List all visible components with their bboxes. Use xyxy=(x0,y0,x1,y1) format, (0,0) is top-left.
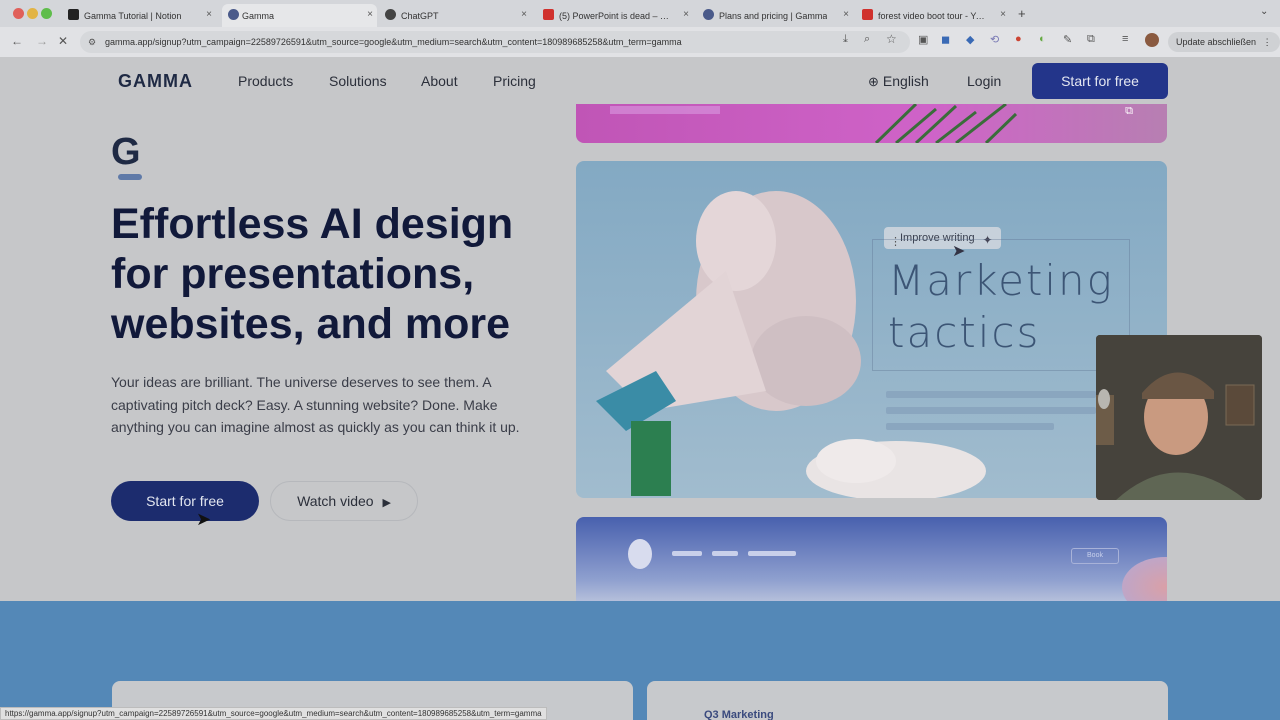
address-bar[interactable]: ⚙ gamma.app/signup?utm_campaign=22589726… xyxy=(80,31,910,53)
play-icon: ▶ xyxy=(382,497,391,509)
close-tab-icon[interactable]: × xyxy=(521,9,527,20)
close-tab-icon[interactable]: × xyxy=(843,9,849,20)
language-selector[interactable]: ⊕ English xyxy=(868,73,929,90)
screenshot-icon[interactable]: ▣ xyxy=(918,33,928,46)
nav-pricing[interactable]: Pricing xyxy=(493,73,536,89)
reading-list-icon[interactable]: ≡ xyxy=(1122,33,1128,45)
stop-loading-icon[interactable]: ✕ xyxy=(58,34,68,48)
login-link[interactable]: Login xyxy=(967,73,1001,89)
preview-card-main: ⋮ Improve writing ✦ ➤ Marketing tactics xyxy=(576,161,1167,498)
hero-headline: Effortless AI design for presentations, … xyxy=(111,200,514,348)
chatgpt-icon xyxy=(385,9,396,20)
book-button[interactable]: Book xyxy=(1071,548,1119,564)
hot-air-balloon-illustration xyxy=(1122,557,1167,607)
gamma-logo[interactable]: GAMMA xyxy=(118,71,193,92)
zoom-icon[interactable]: ⌕ xyxy=(864,33,870,46)
gamma-page: GAMMA Products Solutions About Pricing ⊕… xyxy=(0,57,1280,720)
extension-translate-icon[interactable]: ◼ xyxy=(941,33,950,46)
plus-icon[interactable]: + xyxy=(1018,6,1026,21)
zoom-window-icon[interactable] xyxy=(41,8,52,19)
status-bar-url: https://gamma.app/signup?utm_campaign=22… xyxy=(0,707,547,720)
notion-icon xyxy=(68,9,79,20)
extension-record-icon[interactable]: ● xyxy=(1015,33,1022,45)
extension-leaf-icon[interactable]: ◐ xyxy=(1039,33,1046,45)
tab-chatgpt[interactable]: ChatGPT × xyxy=(385,4,531,27)
logo-accent xyxy=(118,174,142,180)
palm-leaves-illustration xyxy=(610,104,1018,143)
bookmark-star-icon[interactable]: ☆ xyxy=(886,32,897,46)
url-text: gamma.app/signup?utm_campaign=2258972659… xyxy=(105,37,682,47)
minimize-window-icon[interactable] xyxy=(27,8,38,19)
extensions-puzzle-icon[interactable]: ⧉ xyxy=(1087,33,1095,46)
hero-start-free-button[interactable]: Start for free xyxy=(111,481,259,521)
tab-youtube-forest[interactable]: forest video boot tour - YouTu × xyxy=(862,4,1010,27)
presenter-video xyxy=(1096,335,1262,500)
nav-about[interactable]: About xyxy=(421,73,458,89)
youtube-icon xyxy=(543,9,554,20)
text-placeholder-line xyxy=(886,391,1096,398)
close-window-icon[interactable] xyxy=(13,8,24,19)
gamma-favicon-icon xyxy=(228,9,239,20)
close-tab-icon[interactable]: × xyxy=(683,9,689,20)
browser-toolbar: ← → ✕ ⚙ gamma.app/signup?utm_campaign=22… xyxy=(0,27,1280,57)
q3-marketing-label: Q3 Marketing xyxy=(704,709,774,720)
close-tab-icon[interactable]: × xyxy=(206,9,212,20)
nav-start-free-button[interactable]: Start for free xyxy=(1032,63,1168,99)
preview-card-top: ⧉ xyxy=(576,104,1167,143)
youtube-icon xyxy=(862,9,873,20)
balloon-logo-icon xyxy=(628,539,652,569)
tab-gamma[interactable]: Gamma × xyxy=(222,4,377,27)
nav-products[interactable]: Products xyxy=(238,73,293,89)
update-button[interactable]: Update abschließen ⋮ xyxy=(1168,32,1280,52)
close-tab-icon[interactable]: × xyxy=(1000,9,1006,20)
tab-youtube-powerpoint[interactable]: (5) PowerPoint is dead – Thi × xyxy=(543,4,693,27)
preview-card-bottom: Book xyxy=(576,517,1167,607)
globe-icon: ⊕ xyxy=(868,74,879,89)
mouse-cursor-icon: ➤ xyxy=(196,509,212,529)
extension-shield-icon[interactable]: ◆ xyxy=(966,33,974,46)
edit-icon[interactable]: ⧉ xyxy=(1125,105,1133,118)
nav-placeholder xyxy=(748,551,796,556)
chevron-down-icon[interactable]: ⌄ xyxy=(1260,6,1268,17)
site-settings-icon[interactable]: ⚙ xyxy=(88,31,96,53)
forward-icon[interactable]: → xyxy=(36,34,48,48)
tab-notion[interactable]: Gamma Tutorial | Notion × xyxy=(68,4,216,27)
hero-subtext: Your ideas are brilliant. The universe d… xyxy=(111,374,520,435)
gamma-favicon-icon xyxy=(703,9,714,20)
more-menu-icon[interactable]: ⋮ xyxy=(1263,37,1272,47)
marketing-heading: Marketing tactics xyxy=(888,256,1114,357)
gamma-g-logo: G xyxy=(111,131,141,173)
install-icon[interactable]: ⤓ xyxy=(843,33,848,46)
text-placeholder-line xyxy=(886,407,1096,414)
tab-gamma-pricing[interactable]: Plans and pricing | Gamma × xyxy=(703,4,853,27)
extension-pen-icon[interactable]: ✎ xyxy=(1063,33,1072,46)
back-icon[interactable]: ← xyxy=(11,34,23,48)
text-placeholder-line xyxy=(886,423,1054,430)
profile-avatar[interactable] xyxy=(1145,33,1159,47)
webcam-overlay xyxy=(1096,335,1262,500)
extension-link-icon[interactable]: ⟲ xyxy=(990,33,999,46)
nav-placeholder xyxy=(712,551,738,556)
nav-placeholder xyxy=(672,551,702,556)
close-tab-icon[interactable]: × xyxy=(367,9,373,20)
nav-solutions[interactable]: Solutions xyxy=(329,73,387,89)
browser-tab-bar: Gamma Tutorial | Notion × Gamma × ChatGP… xyxy=(0,0,1280,27)
watch-video-button[interactable]: Watch video ▶ xyxy=(270,481,418,521)
